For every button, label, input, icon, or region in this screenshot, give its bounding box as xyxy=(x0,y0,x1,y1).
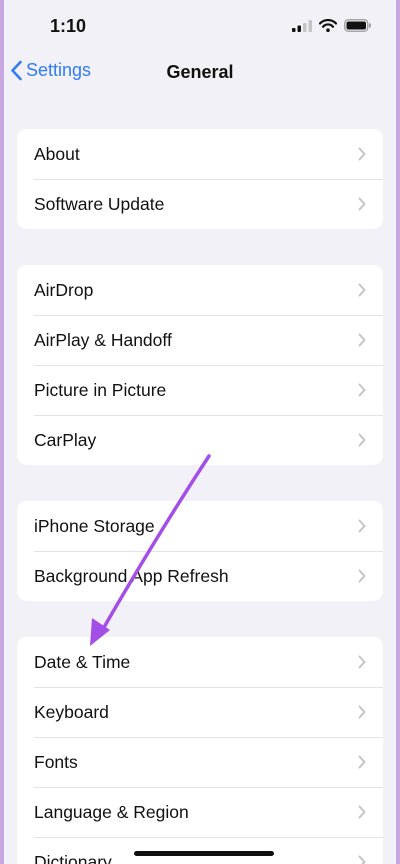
chevron-right-icon xyxy=(358,755,366,769)
row-label: iPhone Storage xyxy=(34,515,155,536)
chevron-right-icon xyxy=(358,655,366,669)
chevron-right-icon xyxy=(358,147,366,161)
row-label: Date & Time xyxy=(34,651,131,672)
battery-icon xyxy=(344,19,371,32)
row-label: AirPlay & Handoff xyxy=(34,329,172,350)
status-time: 1:10 xyxy=(50,16,87,36)
chevron-right-icon xyxy=(358,383,366,397)
row-label: CarPlay xyxy=(34,429,97,450)
chevron-right-icon xyxy=(358,705,366,719)
row-date-time[interactable]: Date & Time xyxy=(17,637,383,687)
chevron-right-icon xyxy=(358,519,366,533)
chevron-right-icon xyxy=(358,805,366,819)
navigation-bar: Settings General xyxy=(4,50,396,94)
chevron-right-icon xyxy=(358,855,366,864)
settings-screen: 1:10 Settings General About Software Upd… xyxy=(0,0,400,864)
chevron-right-icon xyxy=(358,433,366,447)
row-software-update[interactable]: Software Update xyxy=(17,179,383,229)
row-picture-in-picture[interactable]: Picture in Picture xyxy=(17,365,383,415)
row-label: Picture in Picture xyxy=(34,379,167,400)
status-bar: 1:10 xyxy=(4,0,396,50)
settings-group-connectivity: AirDrop AirPlay & Handoff Picture in Pic… xyxy=(17,265,383,465)
row-label: Keyboard xyxy=(34,701,109,722)
row-about[interactable]: About xyxy=(17,129,383,179)
signal-bars-icon xyxy=(292,19,312,32)
row-label: Fonts xyxy=(34,751,78,772)
chevron-right-icon xyxy=(358,283,366,297)
row-fonts[interactable]: Fonts xyxy=(17,737,383,787)
settings-group-about: About Software Update xyxy=(17,129,383,229)
page-title: General xyxy=(166,62,234,82)
wifi-icon xyxy=(319,19,337,32)
chevron-right-icon xyxy=(358,333,366,347)
row-airdrop[interactable]: AirDrop xyxy=(17,265,383,315)
row-iphone-storage[interactable]: iPhone Storage xyxy=(17,501,383,551)
status-icons xyxy=(292,19,372,32)
row-label: Software Update xyxy=(34,193,165,214)
home-indicator xyxy=(134,851,274,856)
settings-group-storage: iPhone Storage Background App Refresh xyxy=(17,501,383,601)
settings-group-locale: Date & Time Keyboard Fonts Language & Re… xyxy=(17,637,383,864)
row-label: Background App Refresh xyxy=(34,565,229,586)
row-background-app-refresh[interactable]: Background App Refresh xyxy=(17,551,383,601)
row-label: Language & Region xyxy=(34,801,189,822)
row-label: About xyxy=(34,143,80,164)
row-language-region[interactable]: Language & Region xyxy=(17,787,383,837)
row-keyboard[interactable]: Keyboard xyxy=(17,687,383,737)
row-label: AirDrop xyxy=(34,279,94,300)
chevron-right-icon xyxy=(358,197,366,211)
row-airplay-handoff[interactable]: AirPlay & Handoff xyxy=(17,315,383,365)
row-label: Dictionary xyxy=(34,851,112,864)
row-carplay[interactable]: CarPlay xyxy=(17,415,383,465)
chevron-right-icon xyxy=(358,569,366,583)
